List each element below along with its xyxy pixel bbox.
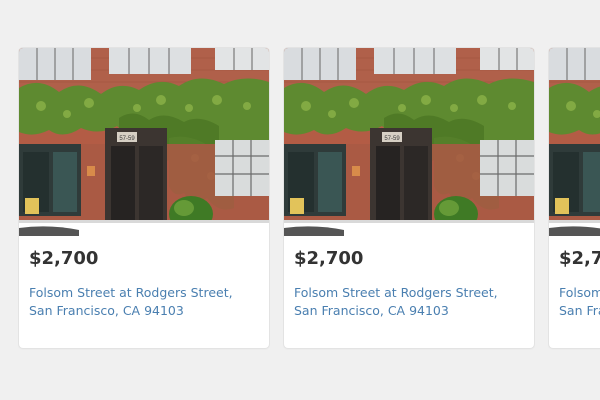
listing-address-link[interactable]: Folsom Street at Rodgers Street, San Fra…	[559, 284, 600, 320]
building-photo-icon	[284, 48, 534, 236]
listing-carousel: $2,700 Folsom Street at Rodgers Street, …	[0, 0, 600, 400]
listing-address-link[interactable]: Folsom Street at Rodgers Street, San Fra…	[29, 284, 254, 320]
listing-card[interactable]: $2,700 Folsom Street at Rodgers Street, …	[19, 48, 269, 348]
listing-address-link[interactable]: Folsom Street at Rodgers Street, San Fra…	[294, 284, 519, 320]
listing-price: $2,700	[29, 248, 99, 269]
listing-photo[interactable]	[549, 48, 600, 236]
listing-card[interactable]: $2,700 Folsom Street at Rodgers Street, …	[284, 48, 534, 348]
listing-price: $2,700	[294, 248, 364, 269]
building-photo-icon	[19, 48, 269, 236]
listing-price: $2,700	[559, 248, 600, 269]
listing-card[interactable]: $2,700 Folsom Street at Rodgers Street, …	[549, 48, 600, 348]
listing-photo[interactable]	[19, 48, 269, 236]
building-photo-icon	[549, 48, 600, 236]
listing-photo[interactable]	[284, 48, 534, 236]
